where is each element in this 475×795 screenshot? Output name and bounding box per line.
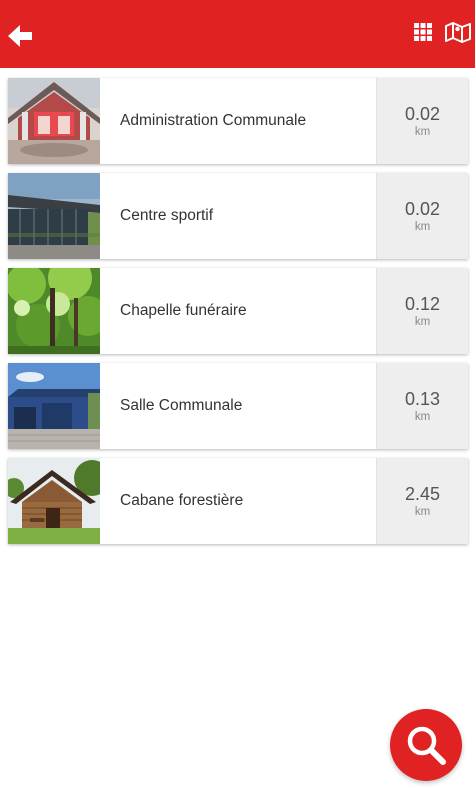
list-item[interactable]: Administration Communale 0.02 km [8,78,468,164]
place-thumbnail [8,458,100,544]
place-distance: 0.02 km [376,78,468,164]
top-app-bar [0,0,475,68]
list-item[interactable]: Salle Communale 0.13 km [8,363,468,449]
distance-unit: km [414,316,431,328]
distance-value: 0.12 [404,294,441,314]
arrow-left-icon [8,25,32,47]
list-item[interactable]: Cabane forestière 2.45 km [8,458,468,544]
search-button[interactable] [390,709,462,781]
place-thumbnail [8,268,100,354]
back-button[interactable] [6,22,34,50]
place-name: Centre sportif [120,207,214,224]
distance-unit: km [414,221,431,233]
distance-unit: km [414,411,431,423]
place-thumbnail [8,78,100,164]
place-distance: 0.02 km [376,173,468,259]
distance-value: 2.45 [404,484,441,504]
distance-unit: km [414,506,431,518]
grid-view-button[interactable] [413,22,433,42]
place-name: Cabane forestière [120,492,244,509]
place-thumbnail [8,173,100,259]
place-distance: 2.45 km [376,458,468,544]
place-thumbnail [8,363,100,449]
distance-value: 0.02 [404,199,441,219]
place-name: Administration Communale [120,112,307,129]
list-item[interactable]: Chapelle funéraire 0.12 km [8,268,468,354]
place-distance: 0.13 km [376,363,468,449]
distance-unit: km [414,126,431,138]
place-distance: 0.12 km [376,268,468,354]
places-list: Administration Communale 0.02 km Centre … [8,78,468,553]
place-name: Salle Communale [120,397,243,414]
map-icon [445,22,471,43]
search-icon [407,726,446,765]
list-item[interactable]: Centre sportif 0.02 km [8,173,468,259]
map-view-button[interactable] [445,21,471,43]
grid-icon [414,23,432,41]
distance-value: 0.02 [404,104,441,124]
place-name: Chapelle funéraire [120,302,247,319]
distance-value: 0.13 [404,389,441,409]
